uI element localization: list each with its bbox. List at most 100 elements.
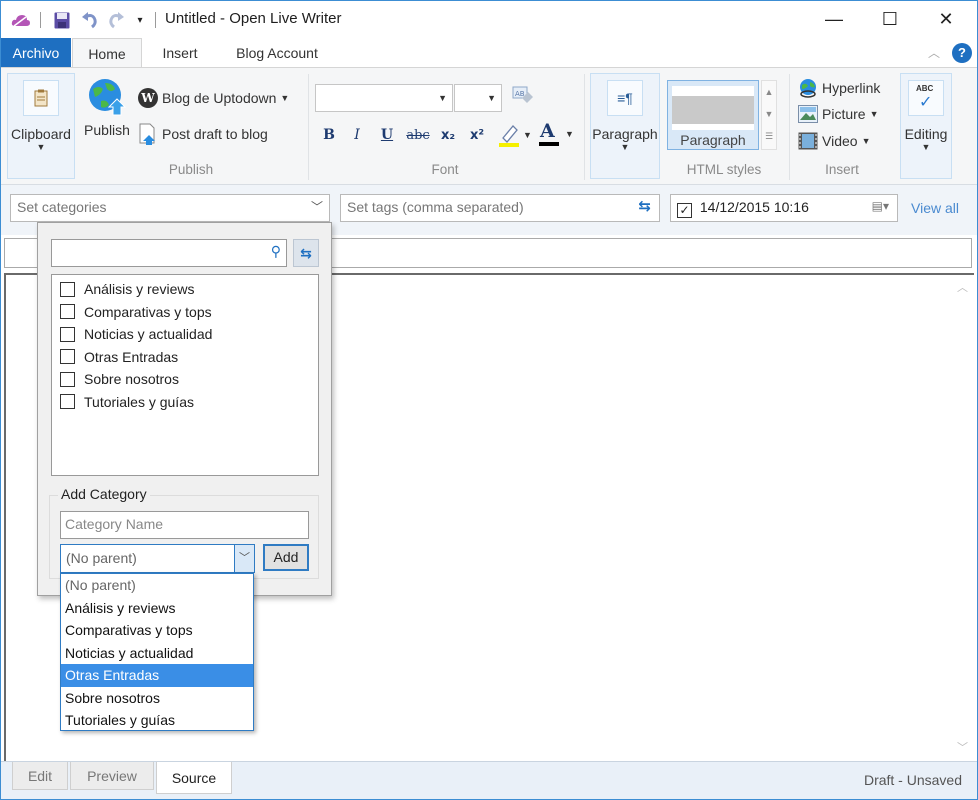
category-item[interactable]: Sobre nosotros	[60, 368, 179, 390]
italic-button[interactable]: I	[346, 124, 368, 146]
tab-archivo[interactable]: Archivo	[1, 38, 71, 68]
parent-option[interactable]: Análisis y reviews	[61, 597, 253, 620]
font-color-icon: A	[540, 120, 555, 142]
spellcheck-icon: ABC ✓	[908, 80, 944, 116]
minimize-button[interactable]: —	[806, 0, 862, 38]
italic-icon: I	[354, 127, 360, 143]
chevron-down-icon: ▼	[620, 142, 630, 152]
hyperlink-label: Hyperlink	[822, 80, 881, 96]
close-button[interactable]: ✕	[918, 0, 974, 38]
clipboard-button[interactable]: Clipboard ▼	[7, 73, 75, 179]
add-category-button[interactable]: Add	[263, 544, 309, 571]
superscript-button[interactable]: x²	[466, 124, 488, 146]
video-button[interactable]: Video ▼	[798, 132, 870, 150]
strikethrough-button[interactable]: abc	[405, 124, 431, 146]
category-search-input[interactable]: ⚲	[51, 239, 287, 267]
refresh-tags-icon[interactable]: ⇆	[638, 197, 651, 215]
category-checkbox[interactable]	[60, 326, 75, 342]
category-label: Tutoriales y guías	[84, 393, 194, 410]
categories-placeholder: Set categories	[17, 199, 107, 215]
subscript-button[interactable]: x₂	[437, 124, 459, 146]
paragraph-icon: ≡¶	[607, 80, 643, 116]
tab-insert[interactable]: Insert	[150, 38, 210, 68]
group-separator	[308, 74, 309, 180]
globe-publish-icon	[89, 79, 127, 116]
clear-formatting-icon[interactable]: AB	[512, 86, 534, 106]
tab-blog-account[interactable]: Blog Account	[222, 38, 332, 68]
bold-button[interactable]: B	[318, 124, 340, 146]
post-draft-button[interactable]: Post draft to blog	[138, 123, 268, 145]
font-color-button[interactable]: A ▼	[538, 120, 574, 148]
html-styles-group-label: HTML styles	[686, 162, 762, 177]
picture-icon	[798, 105, 818, 123]
category-item[interactable]: Análisis y reviews	[60, 278, 194, 300]
chevron-down-icon: ▼	[565, 129, 574, 139]
highlight-color-button[interactable]: ▼	[497, 122, 533, 148]
parent-option[interactable]: Noticias y actualidad	[61, 642, 253, 665]
scroll-up-icon[interactable]: ▲	[762, 81, 776, 103]
publish-date-field[interactable]: ✓ 14/12/2015 10:16 ▤▾	[670, 194, 898, 222]
scroll-down-icon[interactable]: ﹀	[957, 739, 968, 755]
category-checkbox[interactable]	[60, 394, 75, 409]
category-checkbox[interactable]	[60, 371, 75, 387]
parent-category-select[interactable]: (No parent) ﹀	[60, 544, 255, 573]
category-item[interactable]: Tutoriales y guías	[60, 391, 194, 413]
picture-button[interactable]: Picture ▼	[798, 105, 879, 123]
publish-button[interactable]: Publish	[80, 76, 134, 146]
category-item[interactable]: Comparativas y tops	[60, 301, 212, 323]
minimize-icon: —	[825, 8, 843, 29]
parent-option[interactable]: Comparativas y tops	[61, 619, 253, 642]
parent-option[interactable]: Sobre nosotros	[61, 687, 253, 710]
chevron-down-icon[interactable]: ﹀	[234, 545, 254, 572]
tab-edit[interactable]: Edit	[12, 762, 68, 790]
scroll-up-icon[interactable]: ︿	[957, 279, 968, 295]
customize-quick-access-icon[interactable]: ▾	[132, 10, 148, 30]
scroll-down-icon[interactable]: ▼	[762, 103, 776, 125]
separator	[40, 12, 41, 28]
hyperlink-button[interactable]: Hyperlink	[798, 78, 880, 98]
font-size-combo[interactable]: ▼	[454, 84, 502, 112]
view-all-link[interactable]: View all	[911, 200, 959, 216]
blog-name: Blog de Uptodown	[162, 90, 277, 106]
tab-home[interactable]: Home	[72, 38, 142, 68]
insert-group-label: Insert	[825, 162, 859, 177]
group-separator	[584, 74, 585, 180]
editing-button[interactable]: ABC ✓ Editing ▼	[900, 73, 952, 179]
calendar-dropdown-icon[interactable]: ▤▾	[872, 199, 889, 213]
blog-selector[interactable]: W Blog de Uptodown ▼	[138, 88, 289, 108]
editor-scrollbar[interactable]: ︿ ﹀	[952, 275, 974, 761]
maximize-button[interactable]: ☐	[862, 0, 918, 38]
underline-button[interactable]: U	[376, 124, 398, 146]
category-label: Otras Entradas	[84, 348, 179, 365]
tags-input[interactable]: Set tags (comma separated) ⇆	[340, 194, 660, 222]
category-item[interactable]: Noticias y actualidad	[60, 323, 212, 345]
categories-dropdown[interactable]: Set categories ﹀	[10, 194, 330, 222]
category-name-input[interactable]: Category Name	[60, 511, 309, 539]
category-checkbox[interactable]	[60, 304, 75, 319]
font-name-combo[interactable]: ▼	[315, 84, 453, 112]
chevron-down-icon: ▼	[487, 93, 496, 103]
html-style-paragraph[interactable]: Paragraph	[667, 80, 759, 150]
html-styles-scroller[interactable]: ▲ ▼ ☰	[761, 80, 777, 150]
redo-icon[interactable]	[106, 10, 126, 30]
cloud-icon[interactable]	[10, 10, 32, 30]
category-label: Comparativas y tops	[84, 303, 212, 320]
date-checkbox[interactable]: ✓	[677, 203, 692, 218]
tab-source[interactable]: Source	[156, 762, 232, 794]
category-item[interactable]: Otras Entradas	[60, 346, 178, 368]
style-preview-block	[672, 96, 754, 124]
tab-preview[interactable]: Preview	[70, 762, 154, 790]
refresh-categories-button[interactable]: ⇆	[293, 239, 319, 267]
undo-icon[interactable]	[80, 10, 100, 30]
parent-option[interactable]: Tutoriales y guías	[61, 709, 253, 732]
save-icon[interactable]	[52, 10, 72, 30]
category-label: Sobre nosotros	[84, 371, 179, 387]
parent-option[interactable]: Otras Entradas	[61, 664, 253, 687]
category-checkbox[interactable]	[60, 281, 75, 297]
paragraph-button[interactable]: ≡¶ Paragraph ▼	[590, 73, 660, 179]
category-checkbox[interactable]	[60, 349, 75, 364]
collapse-ribbon-icon[interactable]: ︿	[928, 44, 940, 61]
more-styles-icon[interactable]: ☰	[762, 125, 776, 147]
help-icon[interactable]: ?	[952, 43, 972, 63]
parent-option[interactable]: (No parent)	[61, 574, 253, 597]
